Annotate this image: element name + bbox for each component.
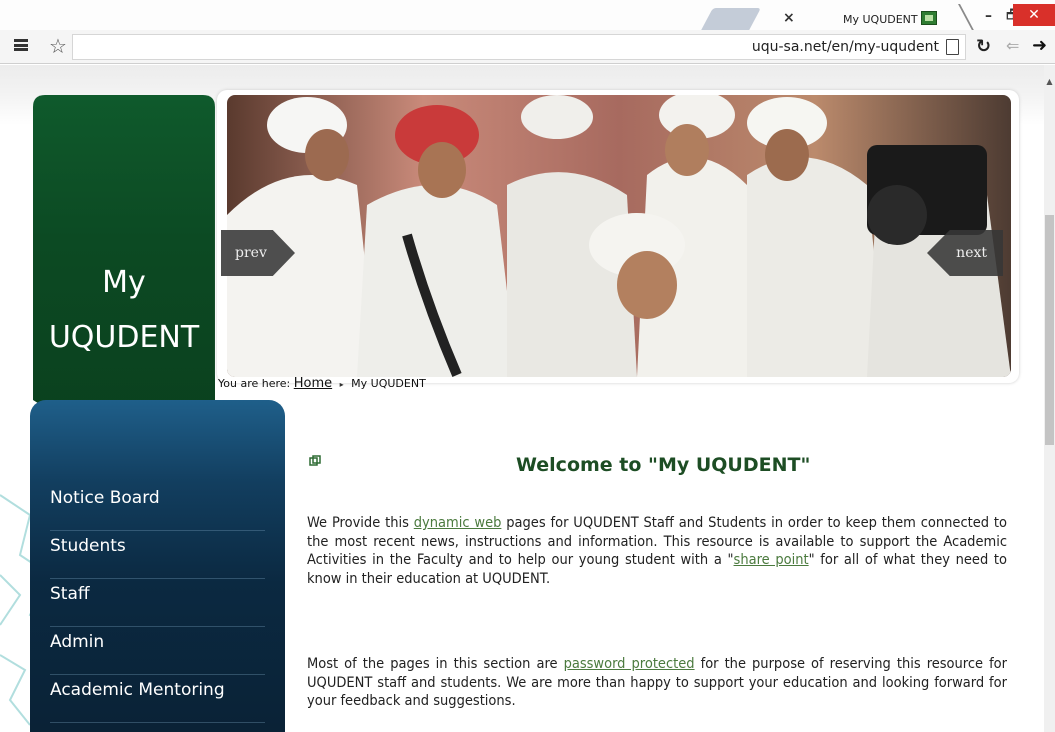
menu-icon[interactable] — [14, 39, 28, 51]
slide-photo — [227, 95, 1011, 377]
sidebar-item-staff[interactable]: Staff — [50, 579, 265, 627]
url-text[interactable]: uqu-sa.net/en/my-uqudent — [752, 39, 939, 55]
breadcrumb-current: My UQUDENT — [351, 377, 426, 390]
sidebar-item-notice-board[interactable]: Notice Board — [50, 483, 265, 531]
sidebar-item-students[interactable]: Students — [50, 531, 265, 579]
address-bar[interactable]: uqu-sa.net/en/my-uqudent — [72, 34, 966, 60]
print-icon[interactable] — [309, 455, 321, 467]
scroll-up-icon[interactable]: ▲ — [1044, 77, 1055, 86]
intro-paragraph: We Provide this dynamic web pages for UQ… — [307, 514, 1007, 588]
sidebar-nav: Notice Board Students Staff Admin Academ… — [30, 400, 285, 732]
back-icon[interactable]: ⇐ — [1006, 36, 1019, 55]
logo-text: My UQUDENT — [33, 255, 215, 365]
breadcrumb-home-link[interactable]: Home — [294, 376, 332, 391]
sidebar-item-admin[interactable]: Admin — [50, 627, 265, 675]
breadcrumb-separator-icon: ▸ — [339, 380, 344, 389]
minimize-button[interactable]: – — [985, 8, 992, 24]
forward-icon[interactable]: ➜ — [1032, 35, 1047, 56]
p2-text-1: Most of the pages in this section are — [307, 656, 564, 672]
image-slider: prev next — [217, 90, 1019, 383]
favicon-icon — [921, 11, 937, 25]
breadcrumb: You are here: Home ▸ My UQUDENT — [218, 376, 426, 391]
reload-icon[interactable]: ↻ — [976, 36, 991, 57]
page-scrollbar[interactable]: ▲ — [1044, 65, 1055, 732]
logo-line2: UQUDENT — [48, 320, 200, 355]
breadcrumb-prefix: You are here: — [218, 377, 291, 390]
dynamic-web-link[interactable]: dynamic web — [414, 515, 502, 531]
page-icon[interactable] — [946, 39, 959, 55]
scroll-thumb[interactable] — [1045, 215, 1054, 445]
p1-text-1: We Provide this — [307, 515, 414, 531]
tab-title[interactable]: My UQUDENT — [843, 13, 918, 26]
page-title: Welcome to "My UQUDENT" — [516, 454, 811, 476]
password-protected-link[interactable]: password protected — [564, 656, 695, 672]
browser-toolbar: ☆ uqu-sa.net/en/my-uqudent ↻ ⇐ ➜ — [0, 30, 1055, 64]
sidebar-item-academic-mentoring[interactable]: Academic Mentoring — [50, 675, 265, 723]
share-point-link[interactable]: share point — [734, 552, 809, 568]
logo-line1: My — [102, 265, 146, 300]
tab-close-button[interactable]: × — [783, 10, 795, 26]
bookmark-star-icon[interactable]: ☆ — [46, 34, 70, 58]
browser-titlebar: × My UQUDENT – 🗗 ✕ — [0, 0, 1055, 34]
page-viewport: My UQUDENT prev next You are here: Home … — [0, 65, 1044, 732]
access-paragraph: Most of the pages in this section are pa… — [307, 655, 1007, 711]
close-window-button[interactable]: ✕ — [1013, 4, 1055, 26]
